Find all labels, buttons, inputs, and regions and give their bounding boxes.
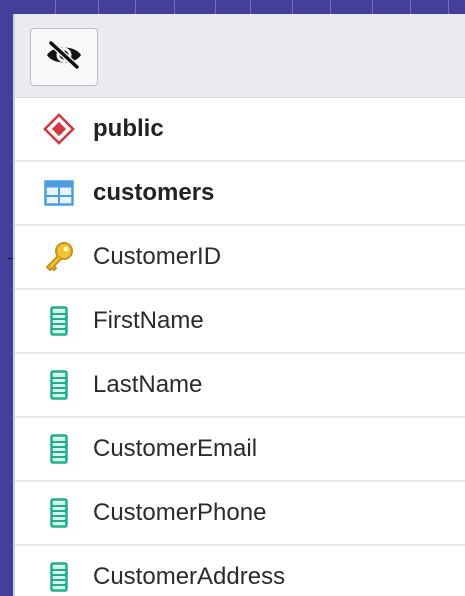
grid-line <box>330 0 331 14</box>
eye-off-icon <box>45 39 83 75</box>
grid-line <box>372 0 373 14</box>
window-left-border <box>0 0 13 596</box>
column-label: CustomerID <box>93 243 222 270</box>
grid-line <box>55 0 56 14</box>
tree-item-schema[interactable]: public <box>15 98 465 162</box>
column-icon <box>39 429 79 469</box>
table-icon <box>39 173 79 213</box>
column-icon <box>39 365 79 405</box>
column-label: CustomerEmail <box>93 435 258 462</box>
window-top-border <box>0 0 465 12</box>
grid-line <box>174 0 175 14</box>
schema-label: public <box>93 115 164 142</box>
column-icon <box>39 557 79 596</box>
tree-item-column[interactable]: CustomerPhone <box>15 482 465 546</box>
tree-item-column[interactable]: CustomerID <box>15 226 465 290</box>
grid-line <box>215 0 216 14</box>
key-icon <box>39 237 79 277</box>
table-label: customers <box>93 179 215 206</box>
tree-item-column[interactable]: FirstName <box>15 290 465 354</box>
schema-tree-panel: public customers CustomerID FirstName La… <box>13 14 465 596</box>
column-label: FirstName <box>93 307 204 334</box>
grid-line <box>250 0 251 14</box>
column-icon <box>39 493 79 533</box>
tree-item-column[interactable]: CustomerAddress <box>15 546 465 596</box>
panel-toolbar <box>15 14 465 98</box>
grid-line <box>292 0 293 14</box>
column-label: CustomerPhone <box>93 499 267 526</box>
grid-line <box>448 0 449 14</box>
column-icon <box>39 301 79 341</box>
tree-item-column[interactable]: CustomerEmail <box>15 418 465 482</box>
grid-line <box>135 0 136 14</box>
column-label: CustomerAddress <box>93 563 286 590</box>
schema-icon <box>39 109 79 149</box>
toggle-visibility-button[interactable] <box>30 28 98 86</box>
column-label: LastName <box>93 371 203 398</box>
tree-item-column[interactable]: LastName <box>15 354 465 418</box>
grid-line <box>98 0 99 14</box>
tree-item-table[interactable]: customers <box>15 162 465 226</box>
grid-line <box>410 0 411 14</box>
